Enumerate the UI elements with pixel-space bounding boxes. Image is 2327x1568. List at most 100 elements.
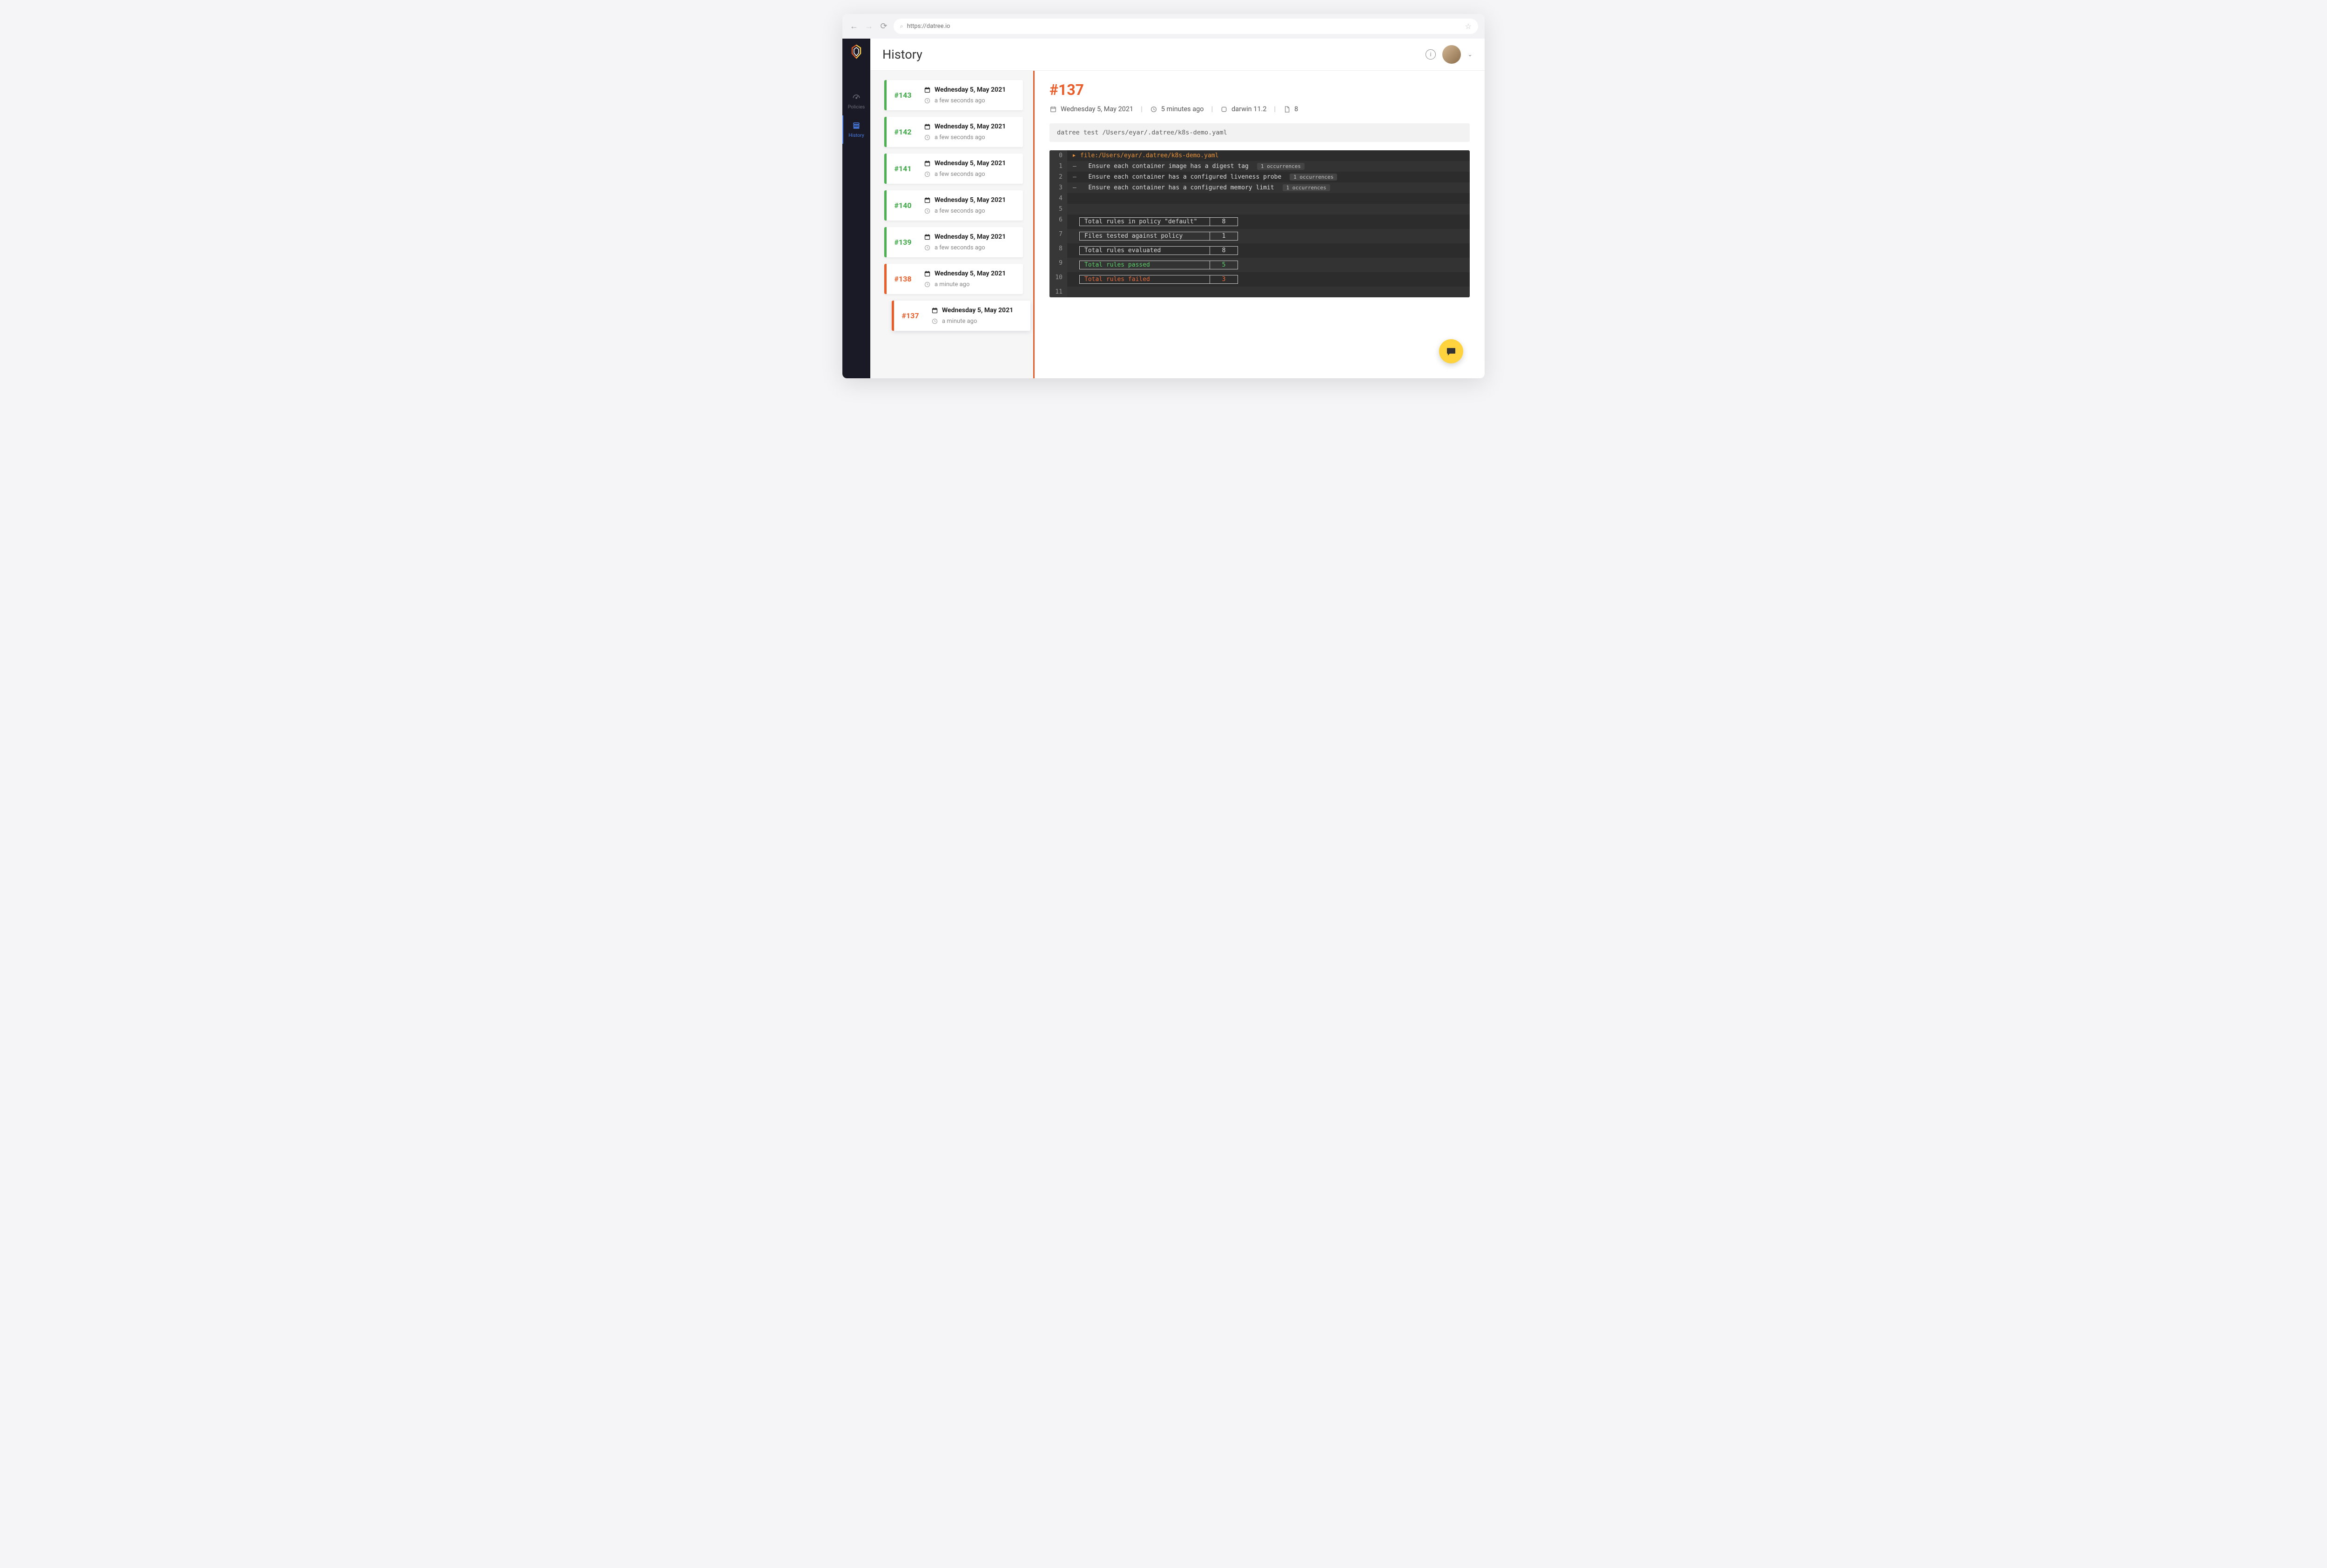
terminal-line: 5 — [1049, 204, 1470, 214]
run-card[interactable]: #143 Wednesday 5, May 2021 a few seconds a… — [884, 80, 1023, 110]
summary-table-row: Total rules failed3 — [1079, 275, 1238, 284]
calendar-icon — [924, 197, 931, 204]
run-id: #142 — [887, 117, 919, 147]
run-card[interactable]: #140 Wednesday 5, May 2021 a few seconds a… — [884, 190, 1023, 221]
calendar-icon — [924, 87, 931, 94]
clock-icon — [1150, 106, 1157, 113]
clock-icon — [931, 318, 938, 325]
run-date: Wednesday 5, May 2021 — [924, 123, 1018, 130]
run-card[interactable]: #139 Wednesday 5, May 2021 a few seconds a… — [884, 227, 1023, 257]
terminal-line: 1– Ensure each container image has a dig… — [1049, 161, 1470, 172]
reload-button[interactable]: ⟳ — [879, 21, 889, 31]
meta-count: 8 — [1283, 105, 1298, 113]
run-ago: a minute ago — [931, 318, 1026, 325]
run-id: #143 — [887, 80, 919, 110]
back-button[interactable]: ← — [849, 21, 859, 31]
terminal-line: 10Total rules failed3 — [1049, 272, 1470, 287]
terminal-line: 11 — [1049, 287, 1470, 297]
clock-icon — [924, 208, 931, 214]
os-icon — [1220, 106, 1228, 113]
history-list[interactable]: #143 Wednesday 5, May 2021 a few seconds a… — [870, 71, 1033, 378]
chevron-down-icon[interactable]: ⌄ — [1467, 51, 1473, 58]
command-box: datree test /Users/eyar/.datree/k8s-demo… — [1049, 123, 1470, 142]
terminal-line: 0▶ file:/Users/eyar/.datree/k8s-demo.yam… — [1049, 150, 1470, 161]
meta-ago: 5 minutes ago — [1150, 105, 1204, 113]
summary-table-row: Total rules in policy "default"8 — [1079, 217, 1238, 226]
url-text: https://datree.io — [907, 23, 950, 30]
run-id: #141 — [887, 154, 919, 184]
run-date: Wednesday 5, May 2021 — [924, 196, 1018, 204]
info-icon[interactable]: i — [1426, 49, 1436, 60]
browser-window: ← → ⟳ ⌕ https://datree.io ☆ — [842, 14, 1485, 378]
run-detail: #137 Wednesday 5, May 2021 | 5 minutes a… — [1033, 71, 1485, 378]
address-bar[interactable]: ⌕ https://datree.io ☆ — [894, 19, 1478, 34]
terminal-line: 3– Ensure each container has a configure… — [1049, 182, 1470, 193]
run-date: Wednesday 5, May 2021 — [924, 270, 1018, 277]
run-ago: a few seconds ago — [924, 97, 1018, 104]
summary-table-row: Total rules evaluated8 — [1079, 246, 1238, 255]
run-date: Wednesday 5, May 2021 — [924, 233, 1018, 241]
search-icon: ⌕ — [900, 23, 903, 30]
nav-label: Policies — [848, 104, 865, 110]
calendar-icon — [924, 270, 931, 277]
run-id: #140 — [887, 190, 919, 221]
meta-row: Wednesday 5, May 2021 | 5 minutes ago | … — [1049, 105, 1470, 113]
clock-icon — [924, 281, 931, 288]
app-container: Policies History History i ⌄ — [842, 39, 1485, 378]
run-card[interactable]: #141 Wednesday 5, May 2021 a few seconds a… — [884, 154, 1023, 184]
run-id: #137 — [894, 301, 927, 331]
meta-os: darwin 11.2 — [1220, 105, 1266, 113]
run-date: Wednesday 5, May 2021 — [924, 86, 1018, 94]
terminal-line: 9Total rules passed5 — [1049, 258, 1470, 272]
calendar-icon — [924, 123, 931, 130]
calendar-icon — [924, 160, 931, 167]
terminal-line: 2– Ensure each container has a configure… — [1049, 172, 1470, 182]
browser-toolbar: ← → ⟳ ⌕ https://datree.io ☆ — [842, 14, 1485, 39]
terminal-output: 0▶ file:/Users/eyar/.datree/k8s-demo.yam… — [1049, 150, 1470, 297]
chat-icon — [1446, 346, 1457, 357]
chat-fab[interactable] — [1439, 339, 1463, 363]
run-date: Wednesday 5, May 2021 — [931, 307, 1026, 314]
run-ago: a few seconds ago — [924, 171, 1018, 178]
content-area: #143 Wednesday 5, May 2021 a few seconds a… — [870, 71, 1485, 378]
page-title: History — [882, 47, 922, 62]
clock-icon — [924, 134, 931, 141]
nav-label: History — [848, 132, 864, 138]
run-ago: a minute ago — [924, 281, 1018, 288]
terminal-line: 6Total rules in policy "default"8 — [1049, 214, 1470, 229]
gauge-icon — [852, 93, 861, 102]
forward-button[interactable]: → — [864, 21, 874, 31]
calendar-icon — [1049, 106, 1057, 113]
clock-icon — [924, 97, 931, 104]
run-card[interactable]: #137 Wednesday 5, May 2021 a minute ago — [892, 301, 1030, 331]
nav-item-policies[interactable]: Policies — [842, 87, 870, 115]
run-card[interactable]: #142 Wednesday 5, May 2021 a few seconds a… — [884, 117, 1023, 147]
sidebar: Policies History — [842, 39, 870, 378]
run-ago: a few seconds ago — [924, 208, 1018, 214]
layers-icon — [852, 121, 861, 130]
run-id: #138 — [887, 264, 919, 294]
run-ago: a few seconds ago — [924, 244, 1018, 251]
run-id: #139 — [887, 227, 919, 257]
nav-item-history[interactable]: History — [842, 115, 870, 144]
summary-table-row: Files tested against policy1 — [1079, 232, 1238, 241]
run-date: Wednesday 5, May 2021 — [924, 160, 1018, 167]
avatar[interactable] — [1442, 45, 1461, 64]
terminal-line: 8Total rules evaluated8 — [1049, 243, 1470, 258]
star-icon[interactable]: ☆ — [1465, 22, 1472, 31]
run-ago: a few seconds ago — [924, 134, 1018, 141]
topbar: History i ⌄ — [870, 39, 1485, 71]
main-area: History i ⌄ #143 Wednesday 5, May 2021 a f… — [870, 39, 1485, 378]
logo[interactable] — [842, 40, 870, 64]
clock-icon — [924, 244, 931, 251]
clock-icon — [924, 171, 931, 178]
meta-date: Wednesday 5, May 2021 — [1049, 105, 1133, 113]
logo-icon — [850, 44, 862, 59]
calendar-icon — [931, 307, 938, 314]
terminal-line: 7Files tested against policy1 — [1049, 229, 1470, 243]
run-card[interactable]: #138 Wednesday 5, May 2021 a minute ago — [884, 264, 1023, 294]
detail-run-id: #137 — [1049, 81, 1470, 99]
summary-table-row: Total rules passed5 — [1079, 261, 1238, 269]
file-icon — [1283, 106, 1291, 113]
terminal-line: 4 — [1049, 193, 1470, 204]
